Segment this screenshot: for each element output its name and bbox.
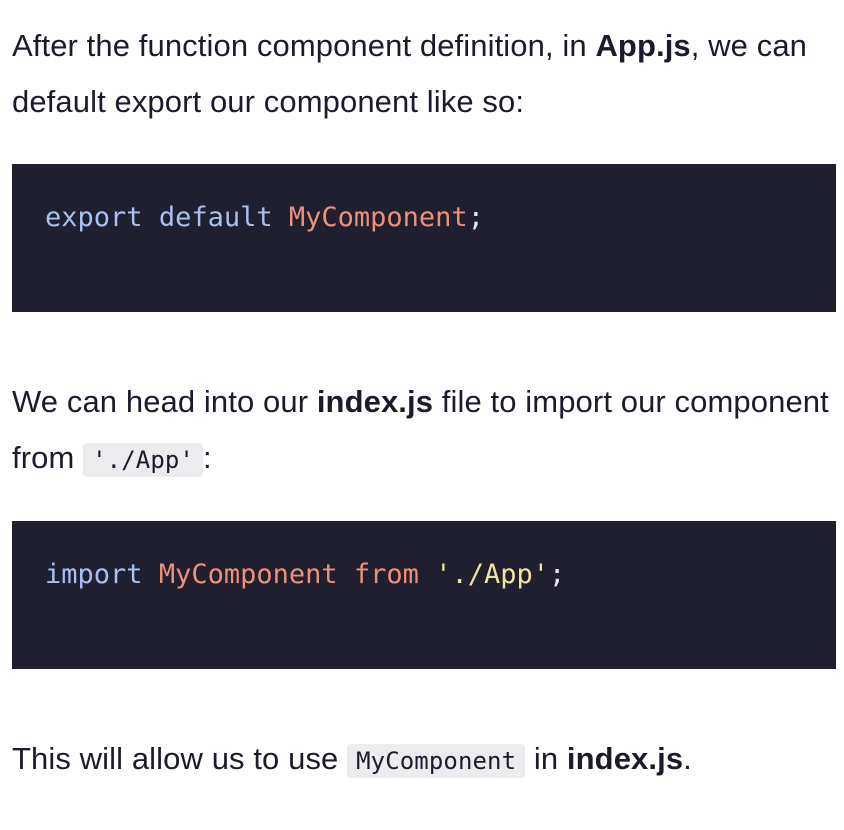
filename-bold: index.js — [316, 384, 434, 419]
paragraph-text: in — [525, 741, 567, 776]
filename-bold: index.js — [566, 741, 684, 776]
code-block-import: import MyComponent from './App'; — [12, 521, 836, 669]
inline-code: MyComponent — [347, 744, 526, 778]
paragraph-text: We can head into our — [12, 384, 317, 419]
paragraph-import-intro: We can head into our index.js file to im… — [12, 374, 836, 488]
paragraph-export-intro: After the function component definition,… — [12, 18, 836, 130]
paragraph-text: : — [202, 440, 212, 475]
paragraph-text: . — [683, 741, 692, 776]
code-keyword-from: from — [353, 559, 419, 590]
code-punctuation: ; — [467, 202, 484, 233]
filename-bold: App.js — [595, 28, 691, 63]
code-block-export: export default MyComponent; — [12, 164, 836, 312]
code-string: './App' — [435, 559, 549, 590]
code-punctuation: ; — [548, 559, 566, 590]
paragraph-text: After the function component definition,… — [12, 28, 596, 63]
code-identifier: MyComponent — [288, 202, 468, 233]
code-keyword: default — [158, 202, 273, 233]
code-identifier: MyComponent — [158, 559, 338, 590]
inline-code: './App' — [83, 443, 203, 477]
code-keyword: import — [45, 559, 143, 590]
paragraph-usage-note: This will allow us to use MyComponent in… — [12, 731, 836, 789]
paragraph-text: This will allow us to use — [12, 741, 348, 776]
code-keyword: export — [45, 202, 143, 233]
